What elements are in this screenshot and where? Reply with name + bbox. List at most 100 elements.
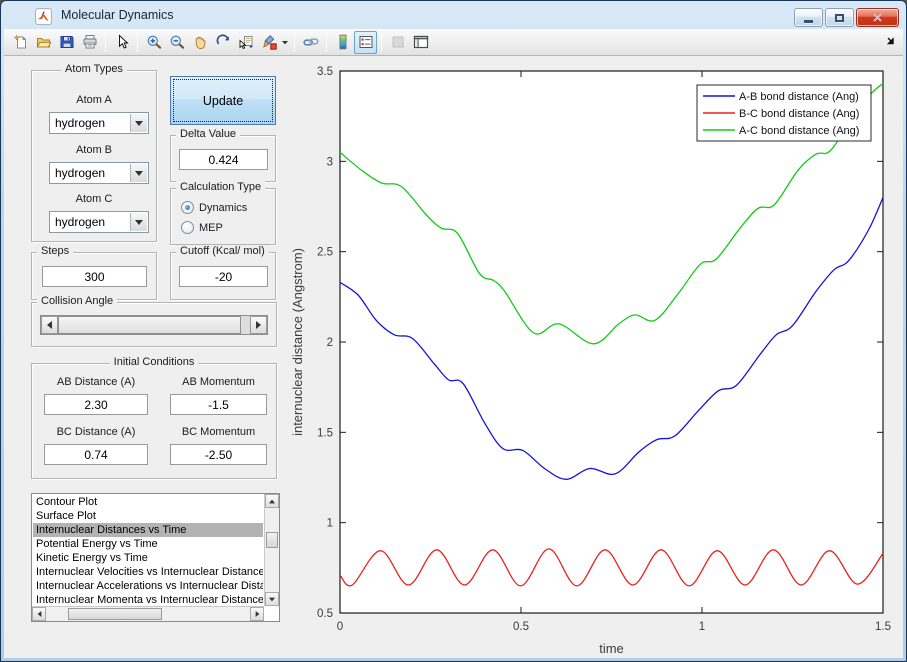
mep-radio[interactable]: MEP [181,221,223,234]
bc-distance-field[interactable] [44,444,148,465]
atom-c-value: hydrogen [55,215,106,229]
initial-conditions-title: Initial Conditions [109,356,199,368]
list-item[interactable]: Internuclear Momenta vs Internuclear Dis… [33,593,263,605]
toolbar-anchor-icon[interactable] [887,37,897,47]
cutoff-panel: Cutoff (Kcal/ mol) [170,245,276,300]
list-item[interactable]: Internuclear Velocities vs Internuclear … [33,565,263,579]
hide-plot-tools-button[interactable] [386,31,409,54]
pan-button[interactable] [188,31,211,54]
x-tick-label: 0 [337,621,343,633]
list-item[interactable]: Potential Energy vs Time [33,537,263,551]
cutoff-field[interactable] [179,266,268,287]
open-file-button[interactable] [32,31,55,54]
maximize-button[interactable] [825,8,854,27]
bc-momentum-field[interactable] [170,444,267,465]
atom-b-dropdown[interactable]: hydrogen [49,162,149,184]
list-item[interactable]: Internuclear Accelerations vs Internucle… [33,579,263,593]
atom-c-dropdown[interactable]: hydrogen [49,211,149,233]
legend-label: B-C bond distance (Ang) [739,108,859,120]
link-plot-button[interactable] [299,31,322,54]
update-button[interactable]: Update [170,76,276,125]
minimize-icon [804,19,813,23]
slider-thumb[interactable] [58,316,241,334]
y-tick-label: 0.5 [317,608,333,620]
collision-angle-slider[interactable] [40,315,268,335]
y-tick-label: 1 [327,518,333,530]
plot-area[interactable]: 0 0.5 1 1.5 0.5 1 1.5 2 2.5 3 3.5 time internuclear … [286,57,904,658]
scroll-down-arrow[interactable] [265,592,279,606]
dropdown-arrow-icon[interactable] [130,114,147,132]
listbox-horizontal-scrollbar[interactable] [32,606,264,621]
plot-box [340,71,883,613]
data-cursor-icon [239,36,252,50]
list-item[interactable]: Internuclear Distances vs Time [33,523,263,537]
toolbar-separator [294,32,295,52]
collision-angle-title: Collision Angle [37,295,118,307]
brush-data-button[interactable] [257,31,280,54]
radio-icon[interactable] [181,201,194,214]
toolbar-separator [381,32,382,52]
zoom-in-button[interactable] [142,31,165,54]
print-figure-button[interactable] [78,31,101,54]
scroll-right-arrow[interactable] [250,607,264,621]
x-tick-label: 0.5 [513,621,529,633]
slider-right-arrow[interactable] [250,316,267,334]
insert-colorbar-button[interactable] [331,31,354,54]
insert-colorbar-icon [339,34,346,50]
y-tick-label: 1.5 [317,427,333,439]
bc-momentum-label: BC Momentum [181,426,256,438]
atom-types-panel: Atom Types Atom A hydrogen Atom B hydrog… [31,63,157,242]
listbox-vertical-scrollbar[interactable] [264,494,279,606]
rotate-3d-button[interactable] [211,31,234,54]
dropdown-arrow-icon[interactable] [130,164,147,182]
y-tick-label: 3 [327,156,333,168]
steps-title: Steps [37,245,74,257]
data-cursor-button[interactable] [234,31,257,54]
steps-panel: Steps [31,245,157,300]
horizontal-scroll-thumb[interactable] [68,608,162,620]
list-item[interactable]: Surface Plot [33,509,263,523]
x-axis-label: time [599,641,624,656]
atom-b-value: hydrogen [55,166,106,180]
close-button[interactable] [856,8,899,27]
title-bar[interactable]: Molecular Dynamics [1,1,906,29]
edit-plot-button[interactable] [110,31,133,54]
figure-canvas: Atom Types Atom A hydrogen Atom B hydrog… [4,56,903,658]
new-figure-button[interactable] [9,31,32,54]
atom-b-label: Atom B [75,144,113,156]
y-tick-label: 3.5 [317,66,333,78]
ab-momentum-field[interactable] [170,394,267,415]
slider-left-arrow[interactable] [41,316,58,334]
ab-distance-label: AB Distance (A) [56,376,136,388]
insert-legend-button[interactable] [354,30,377,54]
steps-field[interactable] [42,266,147,287]
zoom-out-button[interactable] [165,31,188,54]
print-figure-icon [83,35,96,49]
legend-label: A-B bond distance (Ang) [739,91,859,103]
scroll-up-arrow[interactable] [265,494,279,508]
update-button-label: Update [202,93,244,108]
chart[interactable]: 0 0.5 1 1.5 0.5 1 1.5 2 2.5 3 3.5 time internuclear … [286,57,904,658]
window-title: Molecular Dynamics [61,8,174,22]
brush-data-icon [262,35,277,50]
chart-legend[interactable]: A-B bond distance (Ang) B-C bond distance… [696,84,872,142]
show-plot-tools-button[interactable] [409,31,432,54]
list-item[interactable]: Kinetic Energy vs Time [33,551,263,565]
scroll-left-arrow[interactable] [32,607,46,621]
minimize-button[interactable] [794,8,823,27]
atom-a-dropdown[interactable]: hydrogen [49,112,149,134]
delta-value-field[interactable] [179,149,268,170]
save-figure-button[interactable] [55,31,78,54]
brush-dropdown-button[interactable] [280,31,290,54]
delta-value-title: Delta Value [176,128,241,140]
plot-type-listbox[interactable]: Contour Plot Surface Plot Internuclear Dis… [31,493,280,622]
dynamics-radio[interactable]: Dynamics [181,201,247,214]
radio-icon[interactable] [181,221,194,234]
bc-distance-label: BC Distance (A) [56,426,136,438]
vertical-scroll-thumb[interactable] [266,532,278,548]
legend-label: A-C bond distance (Ang) [739,125,859,137]
list-item[interactable]: Contour Plot [33,495,263,509]
dropdown-arrow-icon[interactable] [130,213,147,231]
ab-distance-field[interactable] [44,394,148,415]
atom-a-label: Atom A [76,94,112,106]
